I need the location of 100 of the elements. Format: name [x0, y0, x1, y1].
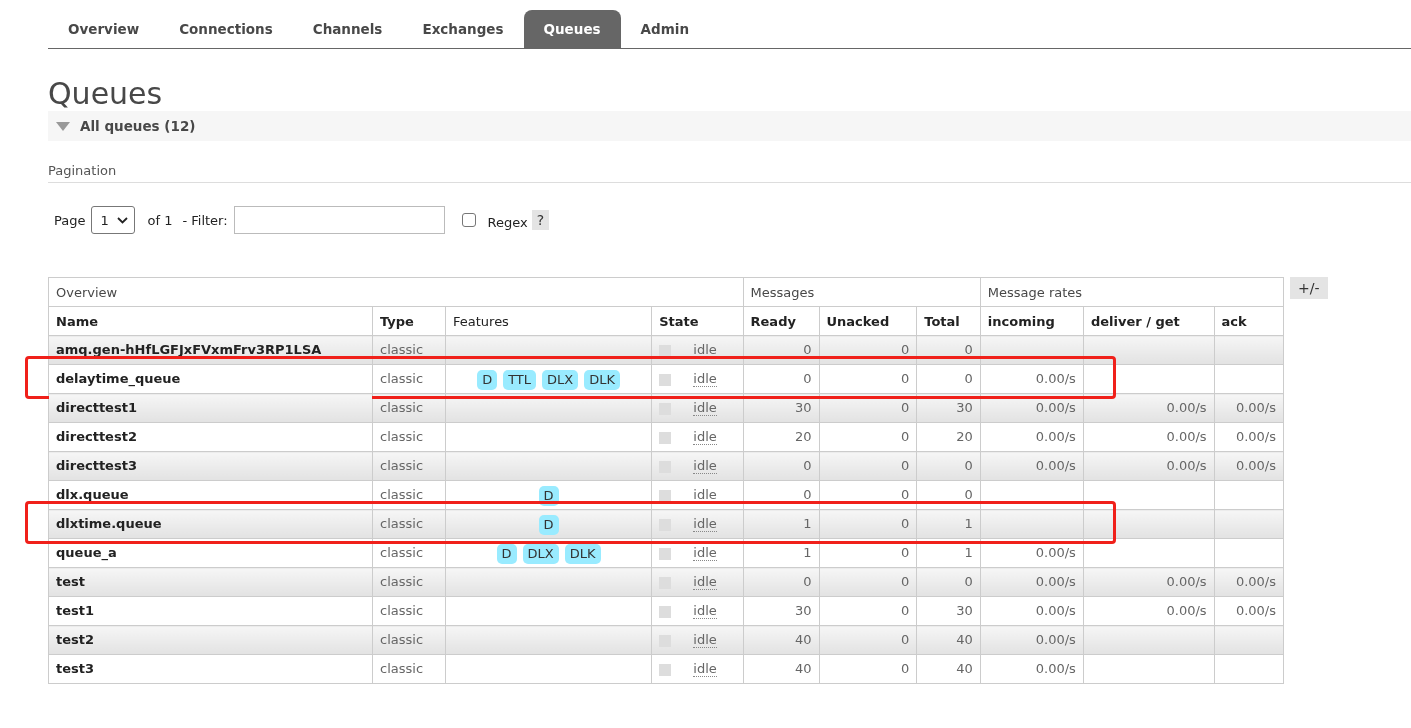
queue-name-link[interactable]: directtest3	[56, 458, 137, 473]
column-header[interactable]: incoming	[980, 306, 1084, 336]
column-header[interactable]: Ready	[743, 306, 819, 336]
state-label: idle	[693, 458, 717, 474]
table-cell: 0	[901, 545, 910, 560]
status-square-icon	[659, 489, 672, 502]
queue-name-link[interactable]: test1	[56, 603, 95, 618]
state-label: idle	[693, 574, 717, 590]
table-cell: classic	[372, 596, 446, 626]
table-cell: 0.00/s	[1035, 545, 1076, 560]
pagination-heading: Pagination	[48, 163, 1411, 183]
status-square-icon	[659, 605, 672, 618]
table-cell: 0	[803, 487, 812, 502]
table-cell: 0	[901, 574, 910, 589]
queue-name-link[interactable]: test2	[56, 632, 95, 647]
table-cell: 0.00/s	[1166, 400, 1207, 415]
section-title: All queues (12)	[80, 118, 196, 134]
table-cell: 0	[964, 574, 973, 589]
table-cell: 0	[901, 603, 910, 618]
table-cell: classic	[372, 364, 446, 394]
table-cell: 0.00/s	[1235, 458, 1276, 473]
section-header[interactable]: All queues (12)	[48, 111, 1411, 141]
table-cell: 0	[901, 632, 910, 647]
table-cell: 0.00/s	[1235, 603, 1276, 618]
feature-badge: D	[538, 486, 559, 506]
table-cell: classic	[372, 451, 446, 481]
table-cell: classic	[372, 654, 446, 684]
table-cell: 0.00/s	[1035, 429, 1076, 444]
queue-name-link[interactable]: directtest1	[56, 400, 137, 415]
table-cell: classic	[372, 625, 446, 655]
status-square-icon	[659, 663, 672, 676]
table-cell: 0	[964, 487, 973, 502]
nav-tab[interactable]: Channels	[292, 10, 403, 48]
nav-tab[interactable]: Admin	[620, 10, 709, 48]
queue-name-link[interactable]: delaytime_queue	[56, 371, 181, 386]
regex-checkbox[interactable]	[461, 213, 476, 227]
help-button[interactable]: ?	[531, 210, 550, 230]
table-cell: 0	[901, 458, 910, 473]
table-cell: 0.00/s	[1035, 632, 1076, 647]
state-label: idle	[693, 516, 717, 532]
table-cell: classic	[372, 480, 446, 510]
table-cell: 30	[794, 400, 812, 415]
nav-tab[interactable]: Exchanges	[402, 10, 524, 48]
state-label: idle	[693, 429, 717, 445]
caret-down-icon	[116, 216, 128, 224]
columns-toggle-button[interactable]: +/-	[1290, 277, 1328, 299]
feature-badge: DLK	[564, 544, 601, 564]
table-cell: classic	[372, 509, 446, 539]
table-cell: 0	[901, 516, 910, 531]
table-cell: 0	[901, 371, 910, 386]
table-cell: 0.00/s	[1235, 400, 1276, 415]
column-header[interactable]: State	[651, 306, 744, 336]
feature-badge: D	[538, 515, 559, 535]
filter-label: - Filter:	[182, 212, 228, 228]
page-title: Queues	[48, 77, 164, 111]
table-cell: 0	[964, 371, 973, 386]
nav-tab[interactable]: Overview	[48, 10, 160, 48]
feature-badge: DLK	[584, 370, 620, 390]
queue-name-link[interactable]: test	[56, 574, 85, 589]
queue-name-link[interactable]: dlxtime.queue	[56, 516, 162, 531]
column-header[interactable]: Type	[372, 306, 446, 336]
queue-name-link[interactable]: queue_a	[56, 545, 117, 560]
status-square-icon	[659, 547, 672, 560]
nav-tab[interactable]: Connections	[159, 10, 293, 48]
column-header[interactable]: deliver / get	[1083, 306, 1215, 336]
feature-badge: DLX	[522, 544, 559, 564]
column-header[interactable]: Total	[916, 306, 981, 336]
table-cell: 0.00/s	[1235, 429, 1276, 444]
column-header[interactable]: Unacked	[819, 306, 917, 336]
nav-tab[interactable]: Queues	[523, 10, 621, 48]
page-select[interactable]: 1	[91, 206, 136, 234]
table-cell: 20	[794, 429, 812, 444]
table-cell: 20	[956, 429, 973, 444]
queue-name-link[interactable]: dlx.queue	[56, 487, 129, 502]
table-cell: 0	[803, 458, 812, 473]
group-header: Messages	[743, 277, 981, 307]
feature-badge: DLX	[542, 370, 579, 390]
table-cell: 0.00/s	[1035, 574, 1076, 589]
table-cell: 0.00/s	[1166, 458, 1207, 473]
queue-name-link[interactable]: test3	[56, 661, 95, 676]
regex-label: Regex	[487, 214, 528, 230]
table-cell: 0.00/s	[1166, 574, 1207, 589]
column-header[interactable]: ack	[1214, 306, 1284, 336]
column-header[interactable]: Name	[48, 306, 373, 336]
status-square-icon	[659, 373, 672, 386]
table-cell: 40	[794, 632, 812, 647]
table-cell: 0	[901, 661, 910, 676]
state-label: idle	[693, 342, 717, 358]
table-cell: 0	[964, 458, 973, 473]
page-label: Page	[54, 212, 86, 228]
table-cell: 0	[803, 342, 812, 357]
table-cell: 0.00/s	[1035, 458, 1076, 473]
state-label: idle	[693, 603, 717, 619]
filter-field[interactable]	[233, 206, 445, 234]
table-cell: 0	[803, 574, 812, 589]
state-label: idle	[693, 632, 717, 648]
column-header[interactable]: Features	[445, 306, 652, 336]
queue-name-link[interactable]: directtest2	[56, 429, 137, 444]
table-cell: 1	[964, 516, 973, 531]
table-cell: 0	[803, 371, 812, 386]
